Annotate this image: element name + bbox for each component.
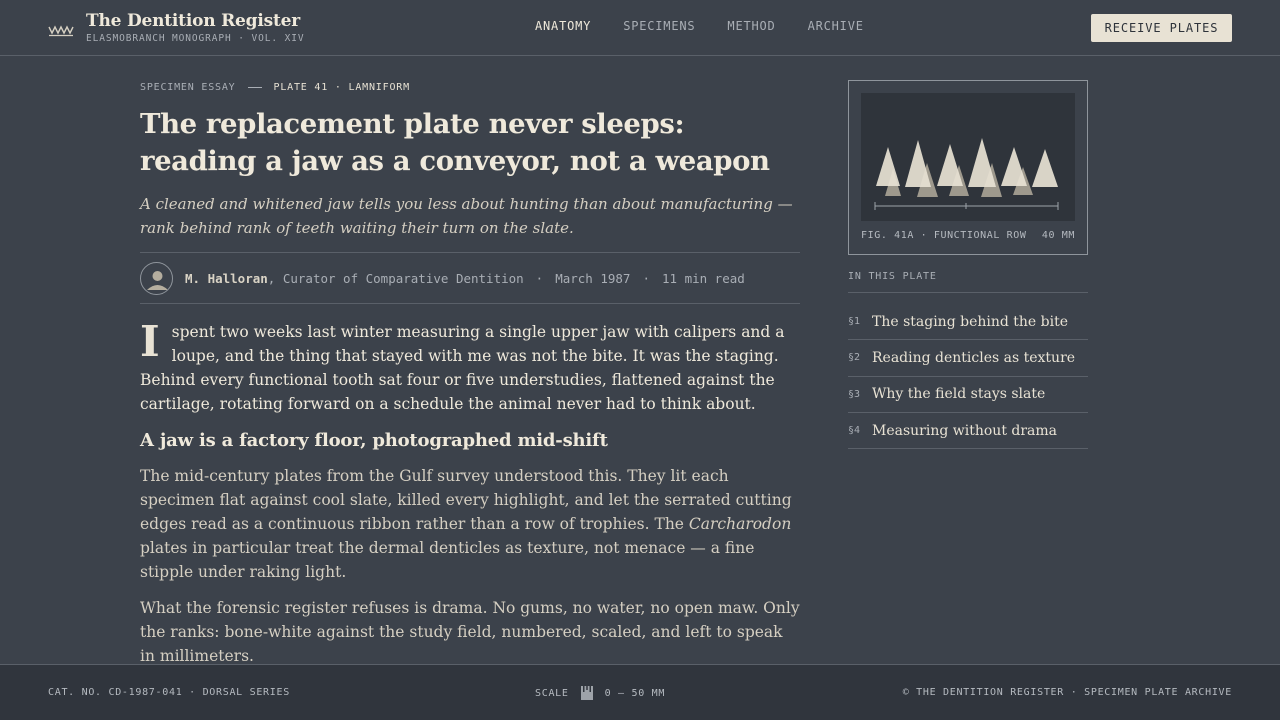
toc-item[interactable]: §3 Why the field stays slate	[848, 377, 1088, 413]
jaw-plate-illustration	[861, 93, 1075, 221]
toc-item[interactable]: §2 Reading denticles as texture	[848, 340, 1088, 377]
figure-caption-text: FIG. 41A · FUNCTIONAL ROW	[861, 230, 1027, 241]
article-headline: The replacement plate never sleeps: read…	[140, 108, 770, 177]
toc-title: Why the field stays slate	[872, 386, 1046, 403]
byline: M. Halloran , Curator of Comparative Den…	[140, 252, 800, 304]
byline-separator: ·	[642, 270, 650, 286]
kicker-section[interactable]: SPECIMEN ESSAY	[140, 82, 236, 93]
toc-item[interactable]: §4 Measuring without drama	[848, 413, 1088, 450]
nav-method[interactable]: METHOD	[727, 19, 775, 33]
kicker-divider	[247, 86, 262, 88]
author-name[interactable]: M. Halloran	[185, 271, 268, 286]
author-role: , Curator of Comparative Dentition	[267, 270, 524, 286]
site-footer: CAT. NO. CD-1987-041 · DORSAL SERIES SCA…	[0, 664, 1280, 720]
toc-number: §2	[848, 352, 861, 364]
publish-date: March 1987	[555, 270, 631, 286]
nav-anatomy[interactable]: ANATOMY	[535, 19, 591, 33]
toc-title: Reading denticles as texture	[872, 349, 1076, 366]
receive-plates-button[interactable]: RECEIVE PLATES	[1091, 14, 1232, 42]
kicker-plate: PLATE 41 · LAMNIFORM	[273, 81, 410, 93]
para-text: plates in particular treat the dermal de…	[140, 539, 755, 581]
byline-separator: ·	[535, 270, 544, 286]
nav-archive[interactable]: ARCHIVE	[808, 19, 864, 33]
body-paragraph: The mid-century plates from the Gulf sur…	[140, 464, 800, 584]
scale-readout: SCALE 0 — 50 MM	[535, 686, 665, 700]
scale-label: SCALE	[535, 687, 569, 699]
catalog-number: CAT. NO. CD-1987-041 · DORSAL SERIES	[48, 687, 290, 698]
person-icon[interactable]	[140, 261, 173, 295]
figure-caption: FIG. 41A · FUNCTIONAL ROW 40 MM	[861, 230, 1075, 241]
toc-number: §1	[848, 316, 861, 328]
section-subhead: A jaw is a factory floor, photographed m…	[140, 430, 608, 451]
drop-cap: I	[140, 317, 160, 366]
site-header: The Dentition Register ELASMOBRANCH MONO…	[0, 0, 1280, 56]
lead-paragraph: Ispent two weeks last winter measuring a…	[140, 320, 800, 416]
nav-specimens[interactable]: SPECIMENS	[623, 19, 695, 33]
species-name: Carcharodon	[688, 515, 792, 533]
read-time: 11 min read	[662, 270, 745, 286]
toc-number: §3	[848, 388, 861, 400]
site-subtitle: ELASMOBRANCH MONOGRAPH · VOL. XIV	[86, 33, 305, 44]
main-nav: ANATOMY SPECIMENS METHOD ARCHIVE	[535, 19, 896, 33]
article: SPECIMEN ESSAY PLATE 41 · LAMNIFORM The …	[140, 80, 800, 668]
article-dek: A cleaned and whitened jaw tells you les…	[140, 195, 793, 237]
scale-ruler-icon	[580, 686, 593, 700]
body-paragraph: What the forensic register refuses is dr…	[140, 599, 800, 665]
lead-text: spent two weeks last winter measuring a …	[140, 323, 785, 413]
site-title: The Dentition Register	[86, 11, 300, 31]
specimen-figure[interactable]: FIG. 41A · FUNCTIONAL ROW 40 MM	[848, 80, 1088, 255]
scale-range: 0 — 50 MM	[604, 687, 666, 699]
copyright: © THE DENTITION REGISTER · SPECIMEN PLAT…	[902, 687, 1232, 698]
toc-title: The staging behind the bite	[872, 313, 1069, 330]
brand[interactable]: The Dentition Register ELASMOBRANCH MONO…	[48, 11, 304, 44]
article-kicker: SPECIMEN ESSAY PLATE 41 · LAMNIFORM	[140, 80, 800, 94]
jaw-teeth-icon	[48, 25, 74, 37]
figure-scale: 40 MM	[1041, 230, 1075, 241]
toc-heading: IN THIS PLATE	[848, 271, 1088, 293]
toc-title: Measuring without drama	[872, 422, 1058, 439]
toc-number: §4	[848, 425, 861, 437]
toc-item[interactable]: §1 The staging behind the bite	[848, 304, 1088, 341]
table-of-contents: §1 The staging behind the bite §2 Readin…	[848, 304, 1088, 450]
